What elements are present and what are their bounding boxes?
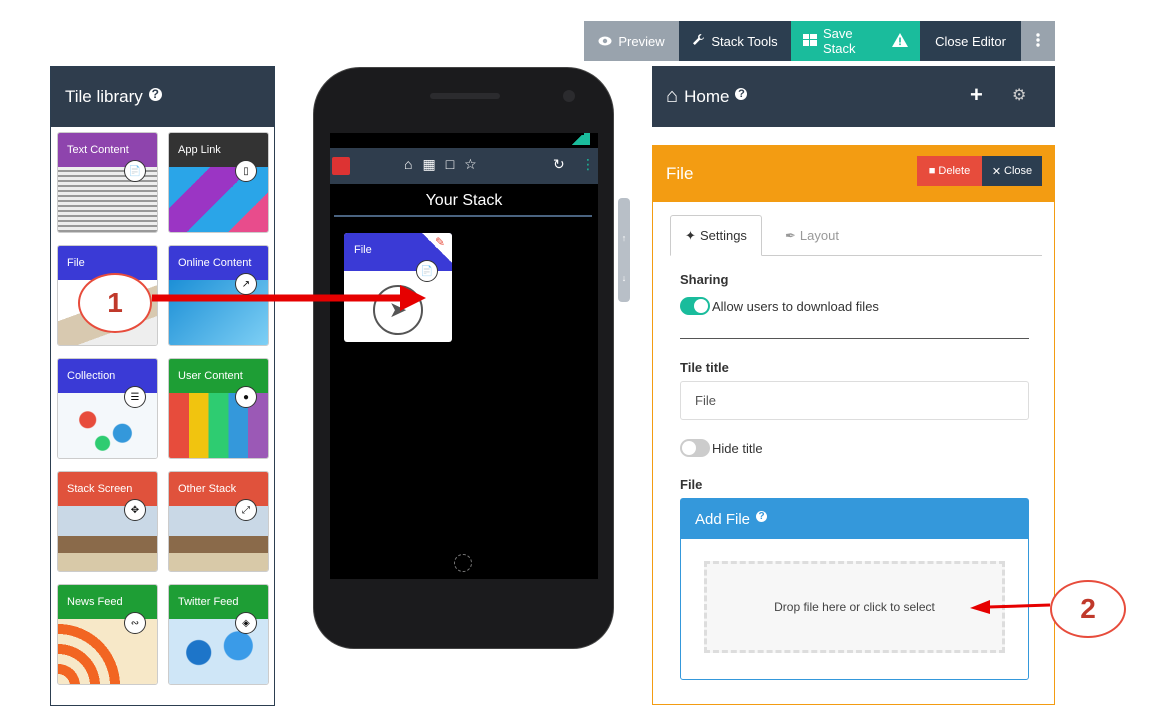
arrow-2-head — [970, 600, 990, 614]
twitter-icon: ◈ — [235, 612, 257, 634]
rss-icon: ∾ — [124, 612, 146, 634]
list-icon: ☰ — [124, 386, 146, 408]
move-icon: ✥ — [124, 499, 146, 521]
mobile-icon: ▯ — [235, 160, 257, 182]
annotation-1: 1 — [78, 273, 152, 333]
user-icon: ● — [235, 386, 257, 408]
external-link-icon: ↗ — [235, 273, 257, 295]
arrow-2-line — [987, 603, 1051, 609]
annotation-2: 2 — [1050, 580, 1126, 638]
arrow-1-head — [400, 285, 426, 311]
annotation-arrows — [152, 285, 1051, 614]
document-icon: 📄 — [124, 160, 146, 182]
expand-icon: ⤢ — [235, 499, 257, 521]
